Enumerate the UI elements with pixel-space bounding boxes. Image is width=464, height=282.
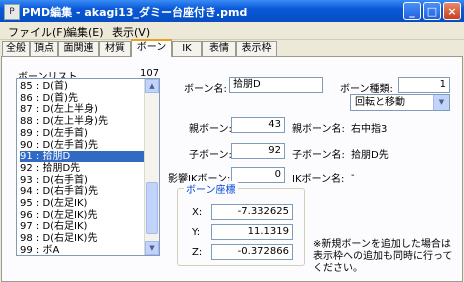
chevron-down-icon[interactable]: ▼ bbox=[433, 95, 449, 110]
ik-bone-name-value: - bbox=[351, 170, 355, 181]
bone-list-item[interactable]: 91 : 拾朋D bbox=[19, 150, 146, 164]
ik-bone-name-label: IKボーン名: bbox=[292, 174, 345, 185]
tab-general[interactable]: 全般 bbox=[2, 41, 30, 56]
bone-list-item[interactable]: 85 : D(首) bbox=[20, 81, 145, 92]
y-coord-input[interactable]: 11.1319 bbox=[211, 224, 293, 240]
close-button[interactable]: × bbox=[443, 2, 461, 20]
child-bone-name-label: 子ボーン名: bbox=[292, 150, 345, 161]
parent-bone-label: 親ボーン: bbox=[189, 124, 232, 135]
tab-strip: 全般 頂点 面関連 材質 ボーン IK 表情 表示枠 bbox=[0, 39, 464, 57]
bone-list-item[interactable]: 94 : D(右手首)先 bbox=[20, 186, 145, 197]
menu-edit[interactable]: 編集(E) bbox=[66, 24, 104, 40]
bone-listbox[interactable]: 85 : D(首) 86 : D(首)先 87 : D(左上半身) 88 : D(左上… bbox=[16, 78, 160, 256]
scroll-up-button[interactable]: ▲ bbox=[145, 79, 159, 93]
bone-list-item[interactable]: 95 : D(左足IK) bbox=[20, 198, 145, 209]
minimize-button[interactable]: _ bbox=[403, 2, 421, 20]
bone-list-item[interactable]: 97 : D(右足IK) bbox=[20, 221, 145, 232]
x-coord-input[interactable]: -7.332625 bbox=[211, 204, 293, 220]
scroll-down-button[interactable]: ▼ bbox=[145, 241, 159, 255]
list-scrollbar[interactable]: ▲ ▼ bbox=[144, 79, 159, 255]
tab-material[interactable]: 材質 bbox=[99, 41, 131, 56]
z-label: Z: bbox=[192, 247, 203, 258]
child-bone-name-value: 拾朋D先 bbox=[351, 150, 389, 161]
bone-list-item[interactable]: 93 : D(右手首) bbox=[20, 175, 145, 186]
tab-morph[interactable]: 表情 bbox=[202, 41, 236, 56]
x-label: X: bbox=[192, 207, 203, 218]
tab-bone[interactable]: ボーン bbox=[131, 39, 172, 57]
bone-list-item[interactable]: 86 : D(首)先 bbox=[20, 93, 145, 104]
bone-list-item[interactable]: 87 : D(左上半身) bbox=[20, 104, 145, 115]
bone-list-item[interactable]: 99 : ボA bbox=[20, 245, 145, 255]
bone-list-item[interactable]: 89 : D(左手首) bbox=[20, 128, 145, 139]
bone-name-label: ボーン名: bbox=[184, 84, 227, 95]
bone-type-combo-value: 回転と移動 bbox=[355, 97, 405, 108]
bone-list-item[interactable]: 88 : D(左上半身)先 bbox=[20, 116, 145, 127]
bone-name-input[interactable]: 拾朋D bbox=[229, 77, 323, 93]
maximize-button[interactable]: □ bbox=[423, 2, 441, 20]
window-title: PMD編集 - akagi13_ダミー台座付き.pmd bbox=[22, 6, 248, 19]
tab-face[interactable]: 面関連 bbox=[58, 41, 99, 56]
ik-bone-input[interactable]: 0 bbox=[231, 167, 285, 183]
y-label: Y: bbox=[192, 227, 201, 238]
bone-type-label: ボーン種類: bbox=[340, 84, 393, 95]
child-bone-input[interactable]: 92 bbox=[231, 143, 285, 159]
parent-bone-name-value: 右中指3 bbox=[351, 124, 388, 135]
title-bar[interactable]: P PMD編集 - akagi13_ダミー台座付き.pmd _ □ × bbox=[0, 0, 464, 22]
parent-bone-name-label: 親ボーン名: bbox=[292, 124, 345, 135]
bone-list-item[interactable]: 96 : D(左足IK)先 bbox=[20, 210, 145, 221]
bone-type-input[interactable]: 1 bbox=[398, 77, 450, 93]
tab-display-frame[interactable]: 表示枠 bbox=[236, 41, 277, 56]
scroll-thumb[interactable] bbox=[146, 182, 158, 234]
app-icon: P bbox=[4, 4, 20, 20]
menu-view[interactable]: 表示(V) bbox=[112, 24, 150, 40]
child-bone-label: 子ボーン: bbox=[189, 150, 232, 161]
tab-ik[interactable]: IK bbox=[172, 41, 202, 56]
bone-list-item[interactable]: 92 : 拾朋D先 bbox=[20, 163, 145, 174]
bone-type-combo[interactable]: 回転と移動 ▼ bbox=[350, 94, 450, 111]
menu-bar: ファイル(F) 編集(E) 表示(V) bbox=[0, 22, 464, 40]
bone-coords-legend: ボーン座標 bbox=[184, 181, 238, 196]
tab-vertex[interactable]: 頂点 bbox=[30, 41, 58, 56]
new-bone-note: ※新規ボーンを追加した場合は表示枠への追加も同時に行ってください。 bbox=[313, 239, 453, 274]
parent-bone-input[interactable]: 43 bbox=[231, 117, 285, 133]
menu-file[interactable]: ファイル(F) bbox=[8, 24, 67, 40]
z-coord-input[interactable]: -0.372866 bbox=[211, 244, 293, 260]
bone-list-item[interactable]: 90 : D(左手首)先 bbox=[20, 140, 145, 151]
bone-list-item[interactable]: 98 : D(右足IK)先 bbox=[20, 233, 145, 244]
